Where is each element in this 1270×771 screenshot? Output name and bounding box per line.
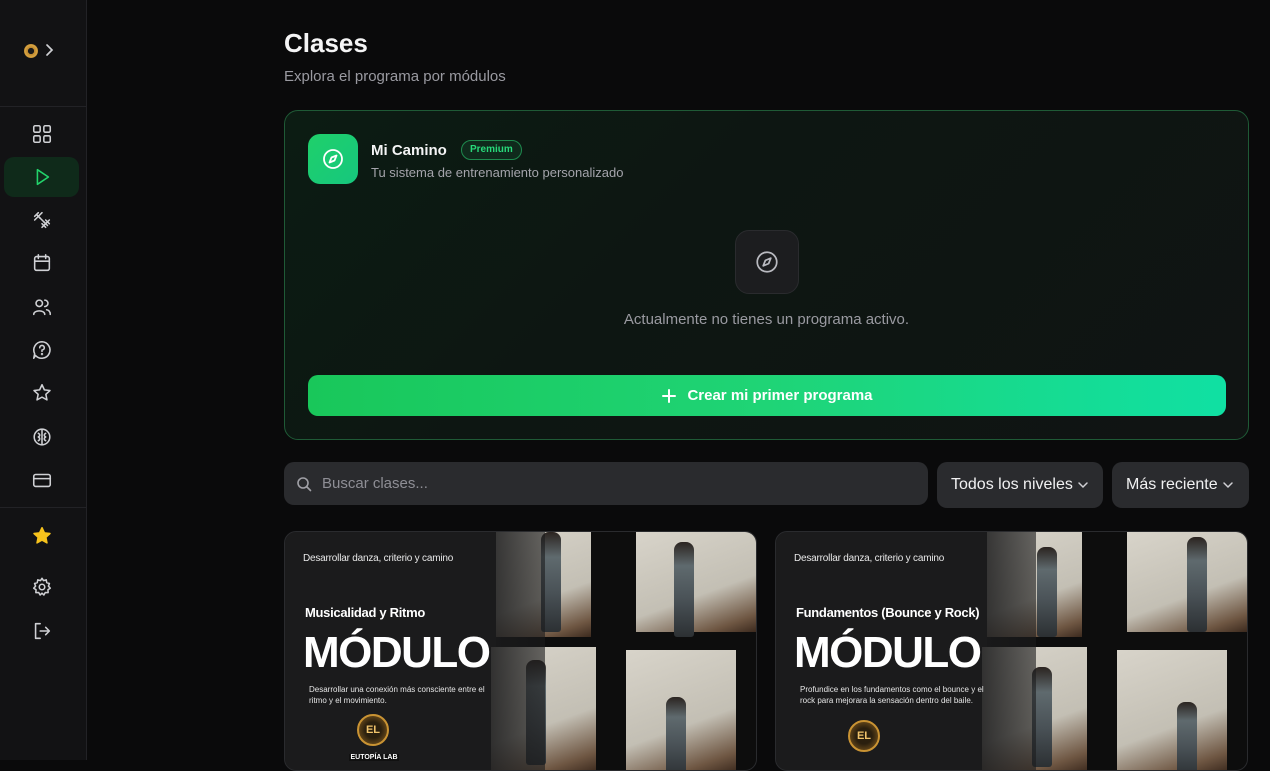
logout-icon bbox=[34, 622, 50, 640]
program-subtitle: Tu sistema de entrenamiento personalizad… bbox=[371, 165, 624, 180]
sidebar-item-help[interactable] bbox=[4, 330, 79, 370]
program-icon-badge bbox=[308, 134, 358, 184]
module-text-panel: Desarrollar danza, criterio y camino Fun… bbox=[776, 532, 1036, 770]
module-description: Desarrollar una conexión más consciente … bbox=[309, 685, 485, 705]
play-icon bbox=[36, 168, 49, 186]
page-title: Clases bbox=[284, 28, 368, 58]
compass-icon bbox=[756, 251, 778, 273]
premium-badge: Premium bbox=[461, 140, 522, 160]
credit-card-icon bbox=[32, 473, 51, 488]
calendar-icon bbox=[33, 253, 50, 272]
settings-icon bbox=[32, 577, 51, 596]
page-subtitle: Explora el programa por módulos bbox=[284, 68, 506, 85]
empty-state-message: Actualmente no tienes un programa activo… bbox=[623, 311, 910, 328]
module-big-label: MÓDULO bbox=[794, 628, 982, 677]
module-name: Musicalidad y Ritmo bbox=[305, 605, 425, 620]
search-bar[interactable] bbox=[284, 462, 928, 505]
module-kicker: Desarrollar danza, criterio y camino bbox=[794, 553, 945, 564]
sidebar bbox=[0, 0, 87, 760]
puzzle-icon bbox=[33, 211, 50, 229]
module-kicker: Desarrollar danza, criterio y camino bbox=[303, 553, 454, 564]
chevron-right-icon[interactable] bbox=[44, 42, 56, 58]
sidebar-divider bbox=[0, 507, 87, 508]
plus-icon bbox=[662, 388, 677, 403]
level-select-value: Todos los niveles bbox=[951, 476, 1073, 493]
compass-icon bbox=[323, 149, 343, 169]
empty-state-icon bbox=[735, 230, 799, 294]
search-input[interactable] bbox=[322, 475, 902, 492]
module-card[interactable]: Desarrollar danza, criterio y camino Mus… bbox=[284, 531, 757, 771]
brain-icon bbox=[32, 428, 51, 446]
module-big-label: MÓDULO bbox=[303, 628, 491, 677]
sidebar-item-exercises[interactable] bbox=[4, 200, 79, 240]
sidebar-item-clases[interactable] bbox=[4, 157, 79, 197]
program-title: Mi Camino bbox=[371, 142, 447, 159]
search-icon bbox=[297, 476, 312, 491]
sort-select-value: Más reciente bbox=[1126, 476, 1218, 493]
program-card: Mi Camino Premium Tu sistema de entrenam… bbox=[284, 110, 1249, 440]
create-program-label: Crear mi primer programa bbox=[687, 387, 873, 404]
help-chat-icon bbox=[32, 340, 51, 360]
sidebar-item-premium[interactable] bbox=[4, 516, 79, 556]
chevron-down-icon bbox=[1222, 482, 1233, 489]
premium-star-icon bbox=[32, 526, 51, 544]
sidebar-item-logout[interactable] bbox=[4, 611, 79, 651]
level-select[interactable]: Todos los niveles bbox=[937, 462, 1103, 508]
star-icon bbox=[32, 383, 51, 401]
logo-icon[interactable] bbox=[24, 44, 38, 58]
sidebar-header bbox=[0, 0, 86, 107]
dashboard-icon bbox=[32, 124, 51, 144]
module-card[interactable]: Desarrollar danza, criterio y camino Fun… bbox=[775, 531, 1248, 771]
users-icon bbox=[32, 299, 51, 316]
module-description: Profundice en los fundamentos como el bo… bbox=[800, 685, 984, 705]
sidebar-item-settings[interactable] bbox=[4, 567, 79, 607]
sidebar-item-community[interactable] bbox=[4, 287, 79, 327]
sidebar-item-dashboard[interactable] bbox=[4, 114, 79, 154]
sidebar-item-calendar[interactable] bbox=[4, 243, 79, 283]
module-name: Fundamentos (Bounce y Rock) bbox=[796, 605, 980, 620]
sidebar-item-mind[interactable] bbox=[4, 417, 79, 457]
sort-select[interactable]: Más reciente bbox=[1112, 462, 1249, 508]
module-text-panel: Desarrollar danza, criterio y camino Mus… bbox=[285, 532, 545, 770]
sidebar-item-billing[interactable] bbox=[4, 460, 79, 500]
create-program-button[interactable]: Crear mi primer programa bbox=[308, 375, 1226, 416]
brand-seal-icon: EL bbox=[357, 714, 389, 746]
brand-seal-icon: EL bbox=[848, 720, 880, 752]
sidebar-item-favorites[interactable] bbox=[4, 373, 79, 413]
chevron-down-icon bbox=[1078, 482, 1088, 489]
